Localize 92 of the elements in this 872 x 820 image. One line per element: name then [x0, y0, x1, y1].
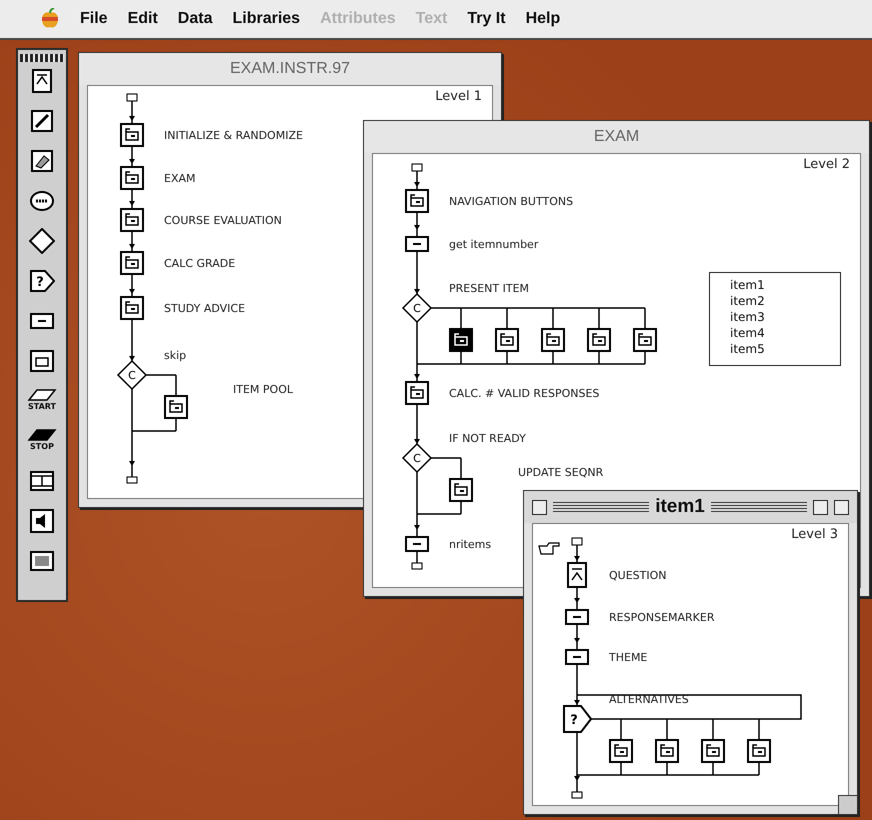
map-icon[interactable]: [405, 189, 429, 213]
start-marker-icon: [126, 94, 138, 102]
map-icon[interactable]: [405, 381, 429, 405]
icon-title: UPDATE SEQNR: [518, 466, 604, 479]
icon-title: ALTERNATIVES: [609, 693, 689, 706]
icon-title: CALC GRADE: [164, 257, 236, 270]
window-title: EXAM: [594, 128, 640, 146]
map-icon[interactable]: [164, 395, 188, 419]
decision-icon[interactable]: C: [116, 360, 148, 390]
map-icon[interactable]: [120, 251, 144, 275]
icon-title: THEME: [609, 651, 648, 664]
display-icon[interactable]: [567, 562, 587, 588]
pencil-icon: [29, 108, 55, 134]
decision-icon[interactable]: C: [402, 442, 432, 474]
menu-item[interactable]: Edit: [128, 10, 158, 28]
map-icon[interactable]: [655, 739, 679, 763]
map-icon[interactable]: [633, 328, 657, 352]
start-marker-icon: [572, 538, 582, 546]
window-title: EXAM.INSTR.97: [230, 60, 350, 78]
icon-title: nritems: [449, 538, 492, 551]
display-icon: [29, 68, 55, 94]
icon-title: RESPONSEMARKER: [609, 611, 714, 624]
icon-title: QUESTION: [609, 569, 666, 582]
menu-item[interactable]: Libraries: [232, 10, 300, 28]
title-bar[interactable]: item1: [524, 491, 857, 523]
end-marker-icon: [572, 792, 582, 798]
interaction-icon[interactable]: ?: [563, 705, 592, 733]
start-marker-icon: [412, 164, 422, 172]
list-item: item4: [730, 325, 766, 341]
calc-icon[interactable]: [405, 236, 429, 252]
map-icon[interactable]: [541, 328, 565, 352]
video-icon: [29, 548, 55, 574]
icon-title: COURSE EVALUATION: [164, 214, 282, 227]
map-icon[interactable]: [120, 123, 144, 147]
flag-icon: [27, 388, 57, 402]
map-icon[interactable]: [449, 328, 473, 352]
flag-icon: [27, 428, 57, 442]
icon-title: INITIALIZE & RANDOMIZE: [164, 129, 303, 142]
calc-icon[interactable]: [565, 609, 589, 625]
resize-grip[interactable]: [838, 795, 857, 814]
map-icon[interactable]: [609, 739, 633, 763]
calc-icon[interactable]: [565, 649, 589, 665]
end-marker-icon: [126, 476, 138, 484]
palette-tool[interactable]: START: [22, 388, 62, 422]
apple-logo-icon[interactable]: [40, 8, 60, 30]
icon-title: NAVIGATION BUTTONS: [449, 195, 574, 208]
palette-tool[interactable]: ?: [22, 268, 62, 302]
collapse-box[interactable]: [834, 500, 850, 514]
icon-title: STUDY ADVICE: [164, 302, 246, 315]
film-icon: [29, 468, 55, 494]
diamond-icon: [29, 228, 55, 254]
icon-title: ITEM POOL: [233, 383, 293, 396]
map-icon[interactable]: [120, 296, 144, 320]
icon-title: EXAM: [164, 172, 196, 185]
map-icon[interactable]: [120, 208, 144, 232]
level-label: Level 3: [791, 527, 838, 542]
map-icon[interactable]: [120, 166, 144, 190]
list-item: item1: [730, 277, 766, 293]
menu-item[interactable]: Data: [178, 10, 212, 28]
map-icon[interactable]: [495, 328, 519, 352]
icon-title: PRESENT ITEM: [449, 282, 530, 295]
close-box[interactable]: [532, 500, 547, 514]
map-icon[interactable]: [747, 739, 771, 763]
icon-title: CALC. # VALID RESPONSES: [449, 387, 600, 400]
level-label: Level 1: [435, 89, 482, 104]
list-item: item2: [730, 293, 766, 309]
eraser-icon: [29, 148, 55, 174]
speaker-icon: [29, 508, 55, 534]
map-icon[interactable]: [701, 739, 725, 763]
oval-icon: [29, 188, 55, 214]
menu-item[interactable]: Try It: [467, 10, 506, 28]
icon-title: get itemnumber: [449, 238, 538, 251]
map-icon[interactable]: [587, 328, 611, 352]
calc-icon[interactable]: [405, 536, 429, 552]
palette-tool[interactable]: STOP: [22, 428, 62, 462]
title-bar[interactable]: EXAM.INSTR.97: [79, 53, 501, 85]
icon-title: IF NOT READY: [449, 432, 526, 445]
level-label: Level 2: [803, 157, 850, 172]
end-marker-icon: [412, 562, 422, 570]
menu-item[interactable]: Help: [526, 10, 560, 28]
menu-item[interactable]: File: [80, 10, 108, 28]
palette-grip[interactable]: [20, 54, 64, 62]
window-title: item1: [655, 496, 705, 518]
list-item: item5: [730, 341, 766, 357]
title-bar[interactable]: EXAM: [364, 121, 869, 153]
zoom-box[interactable]: [813, 500, 828, 514]
decision-icon[interactable]: C: [402, 292, 432, 324]
map-icon: [29, 348, 55, 374]
map-icon[interactable]: [449, 478, 473, 502]
list-item: item3: [730, 309, 766, 325]
icon-title: skip: [164, 349, 186, 362]
interaction-icon: ?: [29, 268, 55, 294]
